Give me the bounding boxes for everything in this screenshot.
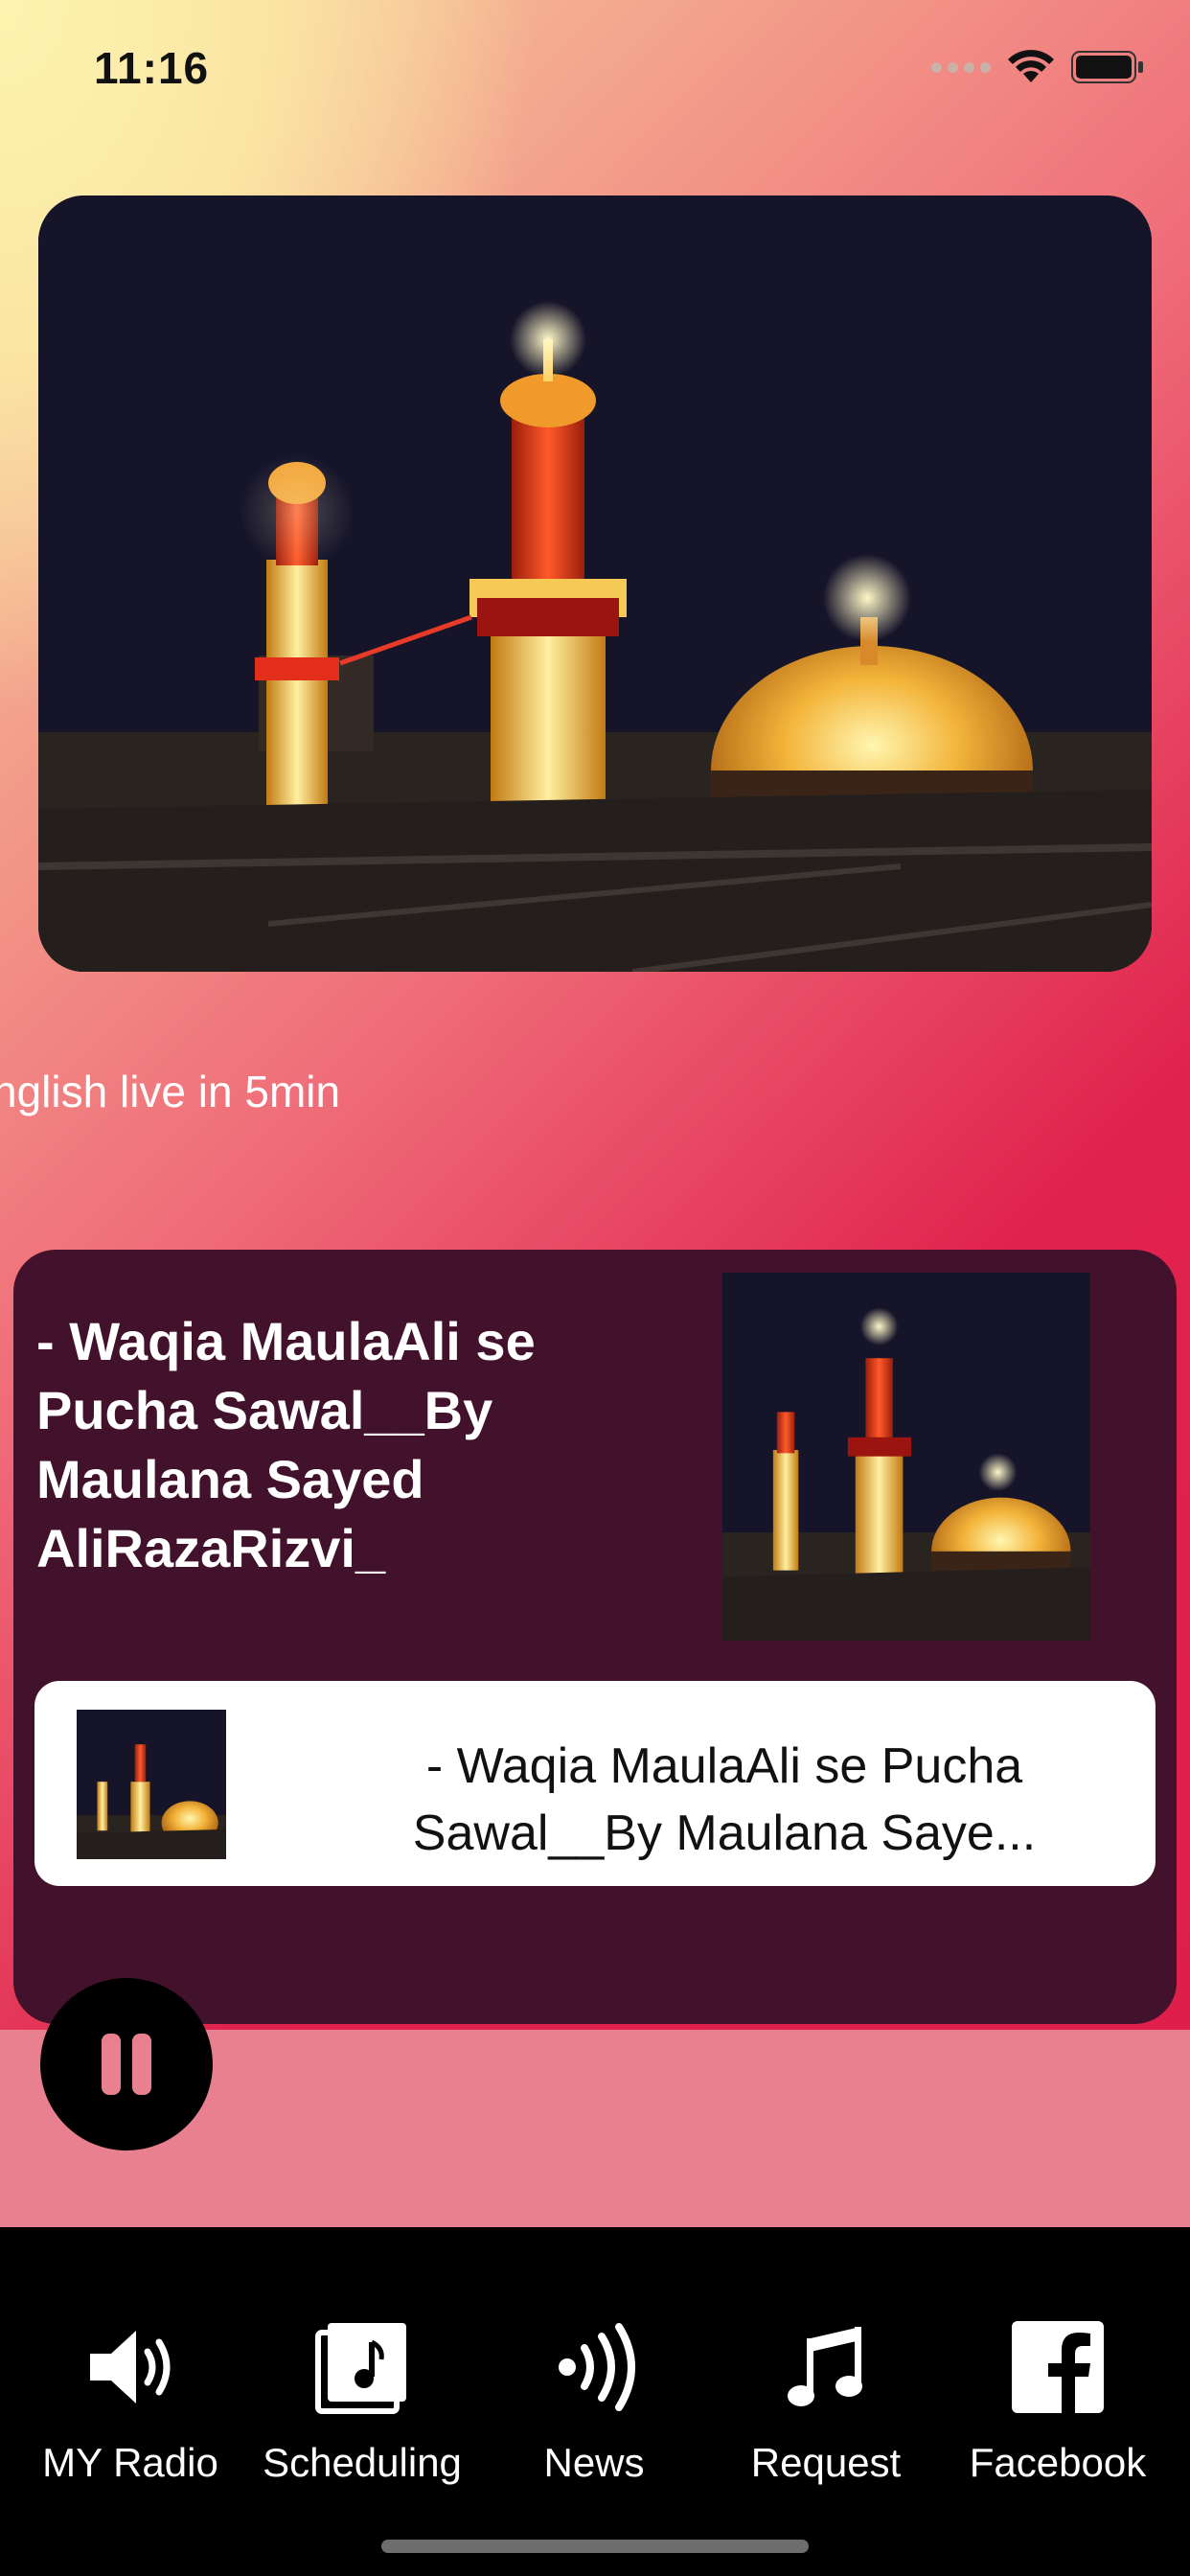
pause-icon [102, 2034, 121, 2095]
tab-label: Request [750, 2440, 902, 2485]
station-artwork [38, 196, 1152, 972]
tab-label: Facebook [969, 2440, 1147, 2485]
status-icons [931, 50, 1144, 84]
cellular-signal-icon [931, 61, 991, 73]
schedule-ticker: nglish live in 5min [0, 1067, 341, 1116]
music-notes-icon [788, 2327, 862, 2406]
now-playing-bar[interactable]: - Waqia MaulaAli se Pucha Sawal__By Maul… [34, 1681, 1156, 1886]
tab-label: Scheduling [263, 2440, 462, 2485]
status-time: 11:16 [94, 43, 210, 93]
pause-button[interactable] [40, 1978, 213, 2150]
tab-label: MY Radio [42, 2440, 218, 2485]
wifi-icon [1008, 50, 1054, 82]
tab-my-radio[interactable]: MY Radio [15, 2319, 245, 2511]
tab-request[interactable]: Request [711, 2319, 941, 2511]
tab-news[interactable]: News [479, 2319, 709, 2511]
speaker-icon [90, 2331, 171, 2404]
tab-label: News [543, 2440, 645, 2485]
status-bar: 11:16 [0, 0, 1190, 134]
pause-icon-bar [132, 2034, 151, 2095]
facebook-icon [1012, 2321, 1104, 2413]
track-artwork [722, 1273, 1090, 1641]
now-playing-thumbnail [77, 1710, 226, 1859]
track-title: - Waqia MaulaAli se Pucha Sawal__By Maul… [36, 1311, 536, 1578]
tab-bar: MY Radio Scheduling News Request Faceboo… [0, 2227, 1190, 2576]
battery-icon [1071, 51, 1143, 83]
music-note-icon [315, 2323, 406, 2414]
home-indicator [381, 2540, 809, 2553]
tab-scheduling[interactable]: Scheduling [247, 2319, 477, 2511]
tab-facebook[interactable]: Facebook [943, 2319, 1173, 2511]
broadcast-icon [559, 2323, 635, 2411]
now-playing-title: - Waqia MaulaAli se Pucha Sawal__By Maul… [412, 1738, 1037, 1861]
